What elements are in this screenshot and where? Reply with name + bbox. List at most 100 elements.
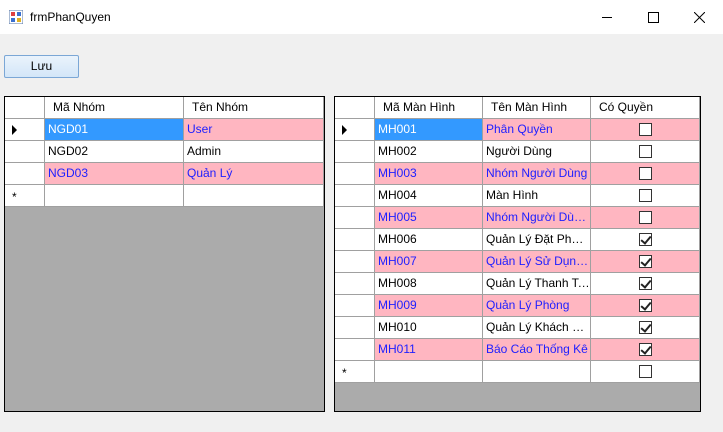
table-row[interactable]: MH010 Quản Lý Khách Hà... [335, 317, 700, 339]
row-header[interactable] [5, 141, 45, 163]
screen-code-cell[interactable]: MH008 [375, 273, 483, 295]
row-header[interactable]: * [335, 361, 375, 383]
table-row[interactable]: NGD02 Admin [5, 141, 324, 163]
new-row[interactable]: * [335, 361, 700, 383]
permission-cell[interactable] [591, 361, 700, 383]
row-header[interactable] [335, 185, 375, 207]
minimize-button[interactable] [584, 0, 630, 34]
screen-name-cell[interactable]: Quản Lý Phòng [483, 295, 591, 317]
screen-code-cell[interactable]: MH010 [375, 317, 483, 339]
screen-code-cell[interactable]: MH011 [375, 339, 483, 361]
screen-code-cell[interactable]: MH002 [375, 141, 483, 163]
group-code-cell[interactable]: NGD03 [45, 163, 184, 185]
permission-checkbox[interactable] [638, 343, 652, 357]
group-name-cell[interactable]: User [184, 119, 324, 141]
permission-checkbox[interactable] [638, 167, 652, 181]
table-row[interactable]: MH005 Nhóm Người Dùng ... [335, 207, 700, 229]
screen-name-cell[interactable]: Màn Hình [483, 185, 591, 207]
save-button[interactable]: Lưu [4, 55, 79, 78]
table-row[interactable]: MH006 Quản Lý Đặt Phòng [335, 229, 700, 251]
screen-name-cell[interactable]: Quản Lý Sử Dụng ... [483, 251, 591, 273]
column-header-ten-man-hinh[interactable]: Tên Màn Hình [483, 97, 591, 119]
permission-cell[interactable] [591, 295, 700, 317]
row-header[interactable] [335, 141, 375, 163]
screen-name-cell[interactable]: Nhóm Người Dùng [483, 163, 591, 185]
table-row[interactable]: MH008 Quản Lý Thanh To... [335, 273, 700, 295]
screen-grid[interactable]: Mã Màn Hình Tên Màn Hình Có Quyền MH001 P… [334, 96, 701, 412]
table-row[interactable]: MH011 Báo Cáo Thống Kê [335, 339, 700, 361]
row-header[interactable] [335, 207, 375, 229]
group-grid[interactable]: Mã Nhóm Tên Nhóm NGD01 User NGD02 Admin … [4, 96, 325, 412]
screen-name-cell[interactable]: Báo Cáo Thống Kê [483, 339, 591, 361]
row-header[interactable]: * [5, 185, 45, 207]
table-row[interactable]: MH004 Màn Hình [335, 185, 700, 207]
permission-cell[interactable] [591, 251, 700, 273]
table-row[interactable]: NGD01 User [5, 119, 324, 141]
screen-name-cell[interactable] [483, 361, 591, 383]
screen-name-cell[interactable]: Quản Lý Khách Hà... [483, 317, 591, 339]
permission-checkbox[interactable] [638, 189, 652, 203]
permission-cell[interactable] [591, 163, 700, 185]
maximize-button[interactable] [630, 0, 676, 34]
table-row[interactable]: MH002 Người Dùng [335, 141, 700, 163]
column-header-co-quyen[interactable]: Có Quyền [591, 97, 700, 119]
row-header[interactable] [335, 273, 375, 295]
screen-name-cell[interactable]: Phân Quyền [483, 119, 591, 141]
group-name-cell[interactable]: Admin [184, 141, 324, 163]
row-pointer-icon [12, 125, 17, 135]
new-row[interactable]: * [5, 185, 324, 207]
permission-checkbox[interactable] [638, 299, 652, 313]
column-header-ten-nhom[interactable]: Tên Nhóm [184, 97, 324, 119]
permission-checkbox[interactable] [638, 321, 652, 335]
column-header-ma-man-hinh[interactable]: Mã Màn Hình [375, 97, 483, 119]
permission-checkbox[interactable] [638, 277, 652, 291]
close-button[interactable] [676, 0, 722, 34]
screen-code-cell[interactable]: MH009 [375, 295, 483, 317]
table-row[interactable]: MH009 Quản Lý Phòng [335, 295, 700, 317]
permission-cell[interactable] [591, 119, 700, 141]
permission-checkbox[interactable] [638, 211, 652, 225]
screen-name-cell[interactable]: Quản Lý Thanh To... [483, 273, 591, 295]
row-header[interactable] [335, 229, 375, 251]
table-row[interactable]: NGD03 Quản Lý [5, 163, 324, 185]
screen-name-cell[interactable]: Nhóm Người Dùng ... [483, 207, 591, 229]
permission-checkbox[interactable] [638, 255, 652, 269]
table-row[interactable]: MH003 Nhóm Người Dùng [335, 163, 700, 185]
permission-cell[interactable] [591, 141, 700, 163]
group-code-cell[interactable]: NGD02 [45, 141, 184, 163]
permission-cell[interactable] [591, 273, 700, 295]
permission-cell[interactable] [591, 317, 700, 339]
screen-code-cell[interactable]: MH007 [375, 251, 483, 273]
table-row[interactable]: MH007 Quản Lý Sử Dụng ... [335, 251, 700, 273]
screen-code-cell[interactable]: MH001 [375, 119, 483, 141]
permission-cell[interactable] [591, 185, 700, 207]
permission-checkbox[interactable] [638, 233, 652, 247]
row-header[interactable] [335, 317, 375, 339]
permission-checkbox[interactable] [638, 145, 652, 159]
permission-checkbox[interactable] [638, 123, 652, 137]
row-header[interactable] [5, 119, 45, 141]
screen-code-cell[interactable]: MH006 [375, 229, 483, 251]
permission-cell[interactable] [591, 339, 700, 361]
row-header[interactable] [335, 119, 375, 141]
screen-code-cell[interactable]: MH005 [375, 207, 483, 229]
row-header[interactable] [335, 251, 375, 273]
row-header[interactable] [335, 339, 375, 361]
group-name-cell[interactable] [184, 185, 324, 207]
screen-name-cell[interactable]: Quản Lý Đặt Phòng [483, 229, 591, 251]
permission-cell[interactable] [591, 207, 700, 229]
row-header[interactable] [335, 163, 375, 185]
table-row[interactable]: MH001 Phân Quyền [335, 119, 700, 141]
screen-code-cell[interactable] [375, 361, 483, 383]
group-code-cell[interactable] [45, 185, 184, 207]
column-header-ma-nhom[interactable]: Mã Nhóm [45, 97, 184, 119]
screen-name-cell[interactable]: Người Dùng [483, 141, 591, 163]
permission-cell[interactable] [591, 229, 700, 251]
group-name-cell[interactable]: Quản Lý [184, 163, 324, 185]
screen-code-cell[interactable]: MH003 [375, 163, 483, 185]
screen-code-cell[interactable]: MH004 [375, 185, 483, 207]
permission-checkbox[interactable] [638, 365, 652, 379]
row-header[interactable] [335, 295, 375, 317]
group-code-cell[interactable]: NGD01 [45, 119, 184, 141]
row-header[interactable] [5, 163, 45, 185]
